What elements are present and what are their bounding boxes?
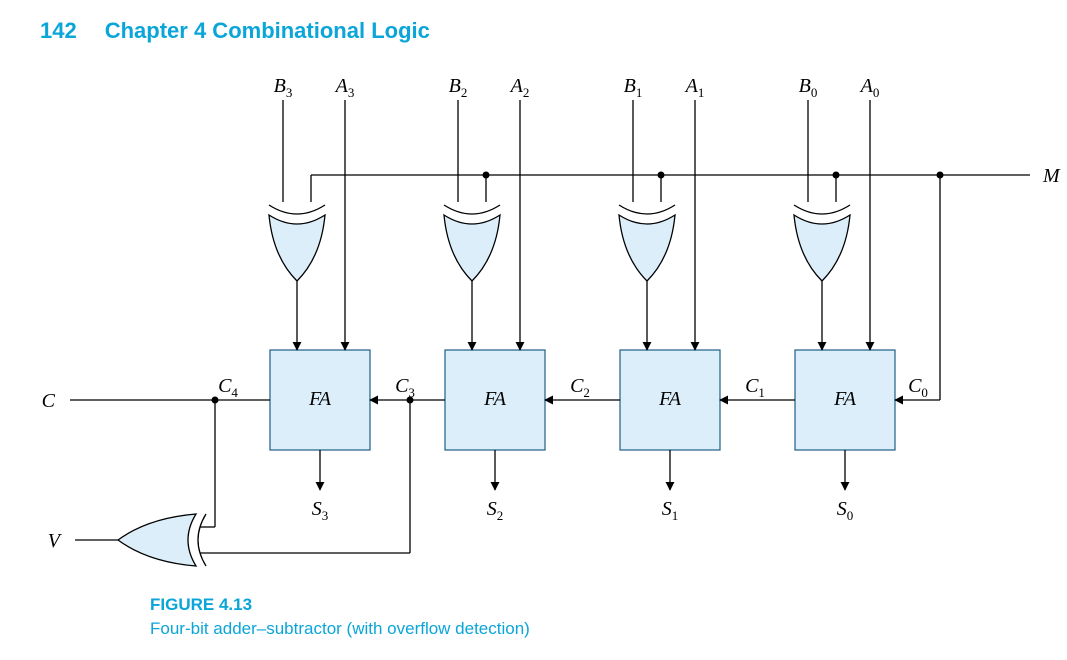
figure-title: Four-bit adder–subtractor (with overflow… [150,619,530,639]
fa-label-2: FA [483,388,507,410]
page-header: 142 Chapter 4 Combinational Logic [40,18,430,44]
label-a1: A1 [684,75,705,100]
xor-gates-top [269,205,850,281]
label-c4: C4 [218,375,238,400]
figure-caption: FIGURE 4.13 Four-bit adder–subtractor (w… [150,595,530,639]
label-b2: B2 [449,75,468,100]
label-m: M [1042,165,1061,187]
label-a0: A0 [859,75,880,100]
chapter-title: Chapter 4 Combinational Logic [105,18,430,44]
label-b0: B0 [799,75,818,100]
xor-gate-b2 [444,205,500,281]
label-c-out: C [42,390,56,412]
label-c0: C0 [908,375,928,400]
adder-subtractor-diagram: FA FA FA FA [0,0,1067,660]
fa-label-1: FA [658,388,682,410]
labels: B3 A3 B2 A2 B1 A1 B0 A0 M C4 C3 C2 C1 C0… [42,75,1061,552]
fa-label-3: FA [308,388,332,410]
fa-label-0: FA [833,388,857,410]
xor-gate-v [118,514,206,566]
label-b1: B1 [624,75,643,100]
page-number: 142 [40,18,77,44]
figure-number: FIGURE 4.13 [150,595,530,615]
label-s0: S0 [837,498,854,523]
label-c1: C1 [745,375,765,400]
label-v: V [48,530,63,552]
label-s3: S3 [312,498,329,523]
wires [70,100,1030,553]
label-s2: S2 [487,498,504,523]
label-a3: A3 [334,75,355,100]
label-s1: S1 [662,498,679,523]
label-c3: C3 [395,375,415,400]
label-b3: B3 [274,75,293,100]
label-c2: C2 [570,375,590,400]
xor-gate-b3 [269,205,325,281]
label-a2: A2 [509,75,530,100]
xor-gate-b1 [619,205,675,281]
xor-gate-b0 [794,205,850,281]
